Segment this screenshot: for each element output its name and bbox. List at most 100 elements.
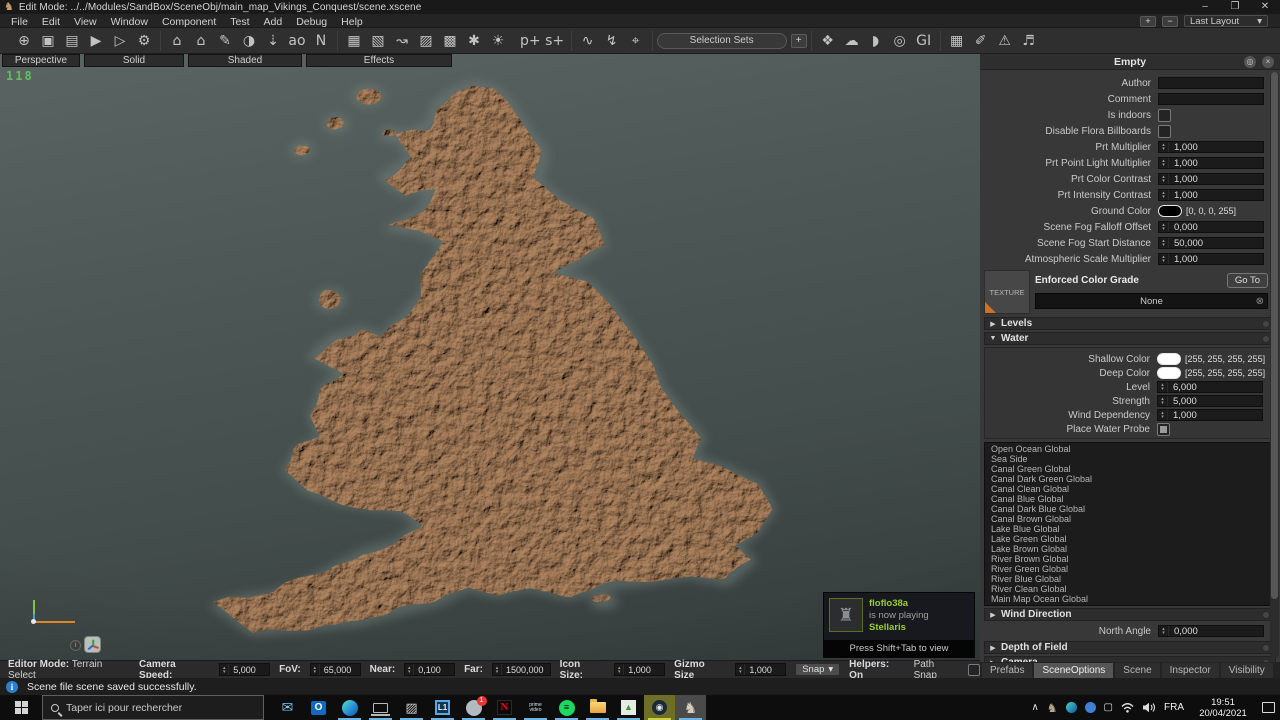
spinner-icon[interactable]: ▴▾: [311, 664, 320, 675]
menu-item[interactable]: Help: [334, 16, 370, 28]
spinner-icon[interactable]: ▴▾: [1159, 174, 1169, 184]
tab-effects[interactable]: Effects: [306, 54, 452, 67]
mail-icon[interactable]: ✉: [272, 695, 303, 720]
water-preset-item[interactable]: River Blue Global: [985, 574, 1275, 584]
spinner-icon[interactable]: ▴▾: [736, 664, 745, 675]
view-cube-icon[interactable]: [84, 636, 101, 653]
scene-viewport[interactable]: Perspective Solid Shaded Effects 118 i ♜…: [0, 54, 980, 660]
start-button[interactable]: [0, 695, 42, 720]
spotify-icon[interactable]: ≡: [551, 695, 582, 720]
disable-flora-billboards-checkbox[interactable]: [1158, 125, 1171, 138]
ground-color-swatch[interactable]: [1158, 205, 1182, 217]
compass-icon[interactable]: N: [311, 31, 331, 51]
water-strength-input[interactable]: ▴▾5,000: [1157, 395, 1263, 407]
sound-icon[interactable]: ♬: [1019, 31, 1039, 51]
play-icon[interactable]: ▶: [86, 31, 106, 51]
section-levels[interactable]: ▶ Levels: [984, 317, 1276, 330]
menu-item[interactable]: File: [4, 16, 35, 28]
add-entity-icon[interactable]: ⌂: [167, 31, 187, 51]
tray-clock[interactable]: 19:5120/04/2021: [1192, 697, 1254, 719]
prt-intensity-contrast-input[interactable]: ▴▾1,000: [1158, 189, 1264, 201]
water-preset-item[interactable]: Open Ocean Global: [985, 444, 1275, 454]
author-input[interactable]: [1158, 77, 1264, 89]
steam-icon[interactable]: ◉: [644, 695, 675, 720]
color-grade-select[interactable]: None ⊗: [1035, 293, 1268, 309]
add-viewport-button[interactable]: +: [1140, 16, 1156, 27]
fov-input[interactable]: ▴▾65,000: [310, 663, 361, 676]
near-input[interactable]: ▴▾0,100: [404, 663, 455, 676]
restore-button[interactable]: ❐: [1220, 0, 1250, 14]
goto-button[interactable]: Go To: [1227, 273, 1268, 288]
edit-entity-icon[interactable]: ⌂: [191, 31, 211, 51]
water-preset-item[interactable]: Canal Dark Blue Global: [985, 504, 1275, 514]
spinner-icon[interactable]: ▴▾: [1159, 222, 1169, 232]
menu-item[interactable]: Component: [155, 16, 223, 28]
panel-close-button[interactable]: ×: [1262, 56, 1274, 68]
comment-input[interactable]: [1158, 93, 1264, 105]
physics-debug-icon[interactable]: ▦: [947, 31, 967, 51]
tab-perspective[interactable]: Perspective: [2, 54, 80, 67]
menu-item[interactable]: Debug: [289, 16, 334, 28]
clear-icon[interactable]: ⊗: [1256, 296, 1264, 307]
gizmo-size-input[interactable]: ▴▾1,000: [735, 663, 786, 676]
camera-speed-input[interactable]: ▴▾5,000: [219, 663, 270, 676]
menu-item[interactable]: View: [67, 16, 104, 28]
select-object-icon[interactable]: ▦: [344, 31, 364, 51]
terrain-paint-icon[interactable]: ◗: [866, 31, 886, 51]
gi-sphere-icon[interactable]: ◎: [890, 31, 910, 51]
add-selection-set-button[interactable]: +: [791, 34, 807, 48]
photos-icon[interactable]: ▨: [396, 695, 427, 720]
flora-icon[interactable]: ❖: [818, 31, 838, 51]
place-water-probe-checkbox[interactable]: [1157, 423, 1170, 436]
add-module-icon[interactable]: ▩: [440, 31, 460, 51]
new-scene-icon[interactable]: ⊕: [14, 31, 34, 51]
prt-multiplier-input[interactable]: ▴▾1,000: [1158, 141, 1264, 153]
outlook-icon[interactable]: O: [303, 695, 334, 720]
water-preset-item[interactable]: Lake Brown Global: [985, 544, 1275, 554]
water-preset-item[interactable]: Canal Brown Global: [985, 514, 1275, 524]
measure-tool-icon[interactable]: ✐: [971, 31, 991, 51]
menu-item[interactable]: Window: [104, 16, 155, 28]
section-depth-of-field[interactable]: ▶ Depth of Field: [984, 641, 1276, 654]
close-button[interactable]: ✕: [1250, 0, 1280, 14]
water-preset-item[interactable]: Lake Blue Global: [985, 524, 1275, 534]
minimize-button[interactable]: –: [1190, 0, 1220, 14]
tab-prefabs[interactable]: Prefabs: [982, 663, 1032, 678]
tray-edge-icon[interactable]: [1066, 702, 1077, 713]
spinner-icon[interactable]: ▴▾: [220, 664, 229, 675]
spinner-icon[interactable]: ▴▾: [615, 664, 624, 675]
icon-size-input[interactable]: ▴▾1,000: [614, 663, 665, 676]
tab-shaded[interactable]: Shaded: [188, 54, 302, 67]
add-path-icon[interactable]: ∿: [578, 31, 598, 51]
spinner-icon[interactable]: ▴▾: [493, 664, 502, 675]
shallow-color-swatch[interactable]: [1157, 353, 1181, 365]
section-water[interactable]: ▼ Water: [984, 332, 1276, 345]
edge-icon[interactable]: [334, 695, 365, 720]
save-scene-icon[interactable]: ▣: [38, 31, 58, 51]
layout-dropdown[interactable]: Last Layout ▾: [1184, 15, 1268, 27]
water-preset-item[interactable]: Canal Dark Green Global: [985, 474, 1275, 484]
paint-entity-icon[interactable]: ✎: [215, 31, 235, 51]
spinner-icon[interactable]: ▴▾: [1159, 254, 1169, 264]
weather-settings-icon[interactable]: ☁: [842, 31, 862, 51]
tab-visibility[interactable]: Visibility: [1221, 663, 1273, 678]
spinner-icon[interactable]: ▴▾: [1159, 190, 1169, 200]
volume-icon[interactable]: [1142, 702, 1156, 713]
spinner-icon[interactable]: ▴▾: [1159, 142, 1169, 152]
ambient-occlusion-icon[interactable]: ao: [287, 31, 307, 51]
water-preset-item[interactable]: Main Map Ocean Global: [985, 594, 1275, 604]
tray-discord-icon[interactable]: [1085, 702, 1096, 713]
taskbar-search[interactable]: Taper ici pour rechercher: [42, 695, 264, 720]
water-preset-item[interactable]: Lake Green Global: [985, 534, 1275, 544]
remove-viewport-button[interactable]: −: [1162, 16, 1178, 27]
discord-icon[interactable]: 1: [458, 695, 489, 720]
add-object-icon[interactable]: ▧: [368, 31, 388, 51]
cut-path-icon[interactable]: ↝: [392, 31, 412, 51]
prt-color-contrast-input[interactable]: ▴▾1,000: [1158, 173, 1264, 185]
texture-thumbnail[interactable]: TEXTURE: [984, 270, 1030, 314]
is-indoors-checkbox[interactable]: [1158, 109, 1171, 122]
wind-dependency-input[interactable]: ▴▾1,000: [1157, 409, 1263, 421]
add-mesh-icon[interactable]: ▨: [416, 31, 436, 51]
deep-color-swatch[interactable]: [1157, 367, 1181, 379]
bannerlord-editor-icon[interactable]: ♞: [675, 695, 706, 720]
